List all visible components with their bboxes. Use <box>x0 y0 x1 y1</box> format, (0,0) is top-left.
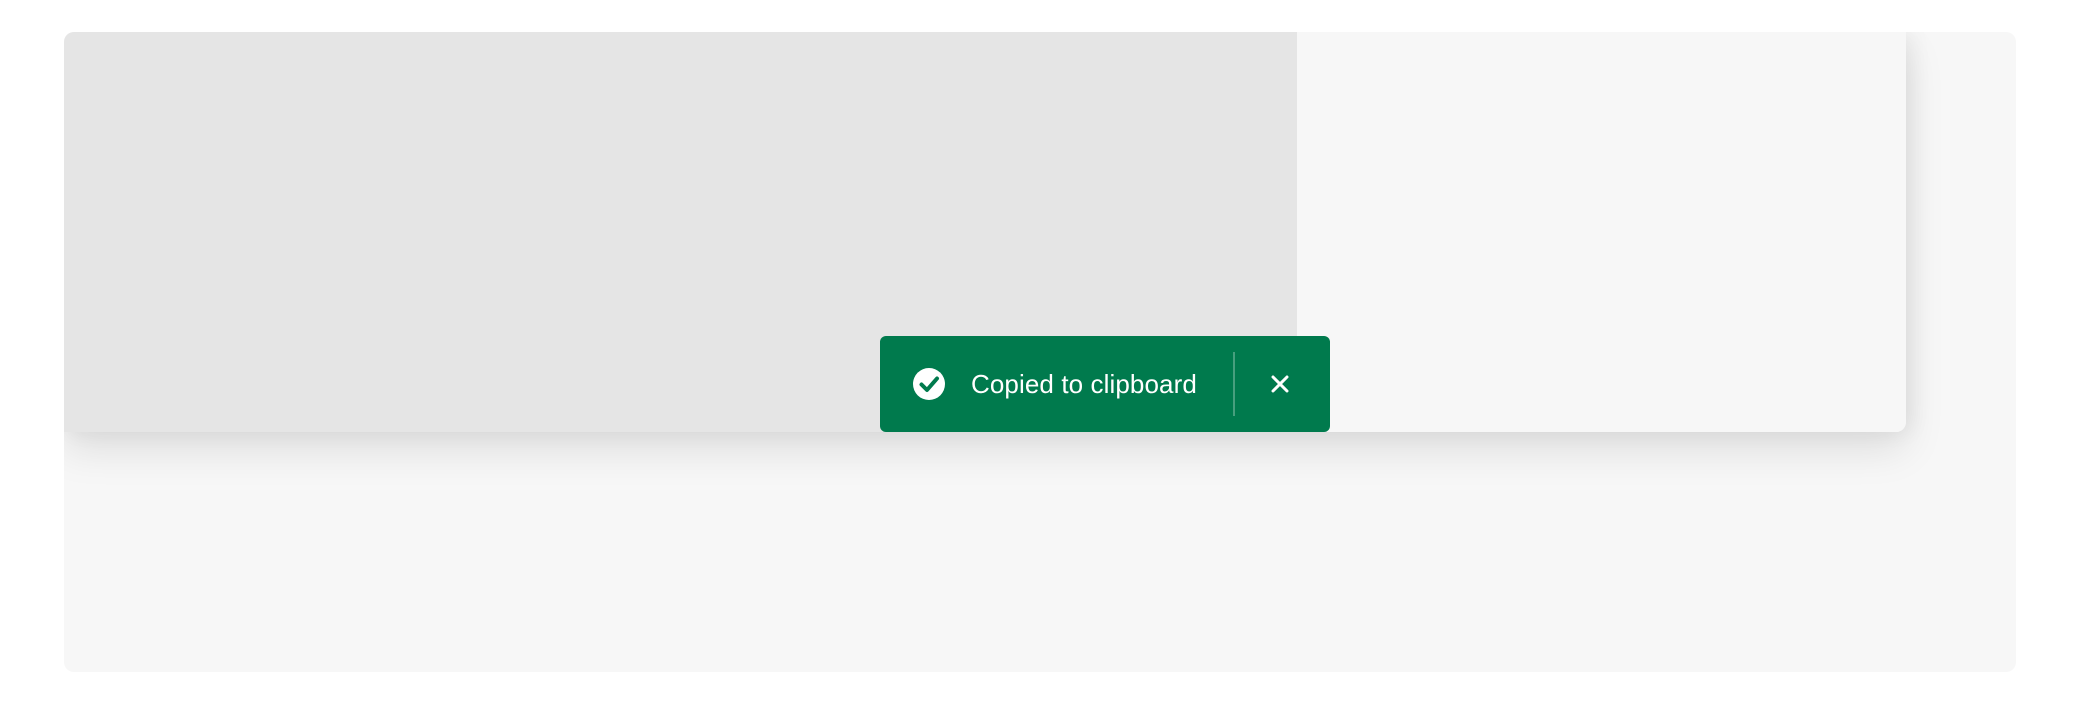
app-frame: Copied to clipboard <box>64 32 2016 672</box>
content-panel: Copied to clipboard <box>64 32 1906 432</box>
toast-notification: Copied to clipboard <box>880 336 1330 432</box>
toast-divider <box>1233 352 1235 416</box>
toast-message: Copied to clipboard <box>971 369 1197 399</box>
close-icon <box>1270 374 1290 394</box>
side-panel <box>1297 32 1906 432</box>
checkmark-circle-icon <box>912 367 946 401</box>
toast-close-button[interactable] <box>1250 354 1310 414</box>
